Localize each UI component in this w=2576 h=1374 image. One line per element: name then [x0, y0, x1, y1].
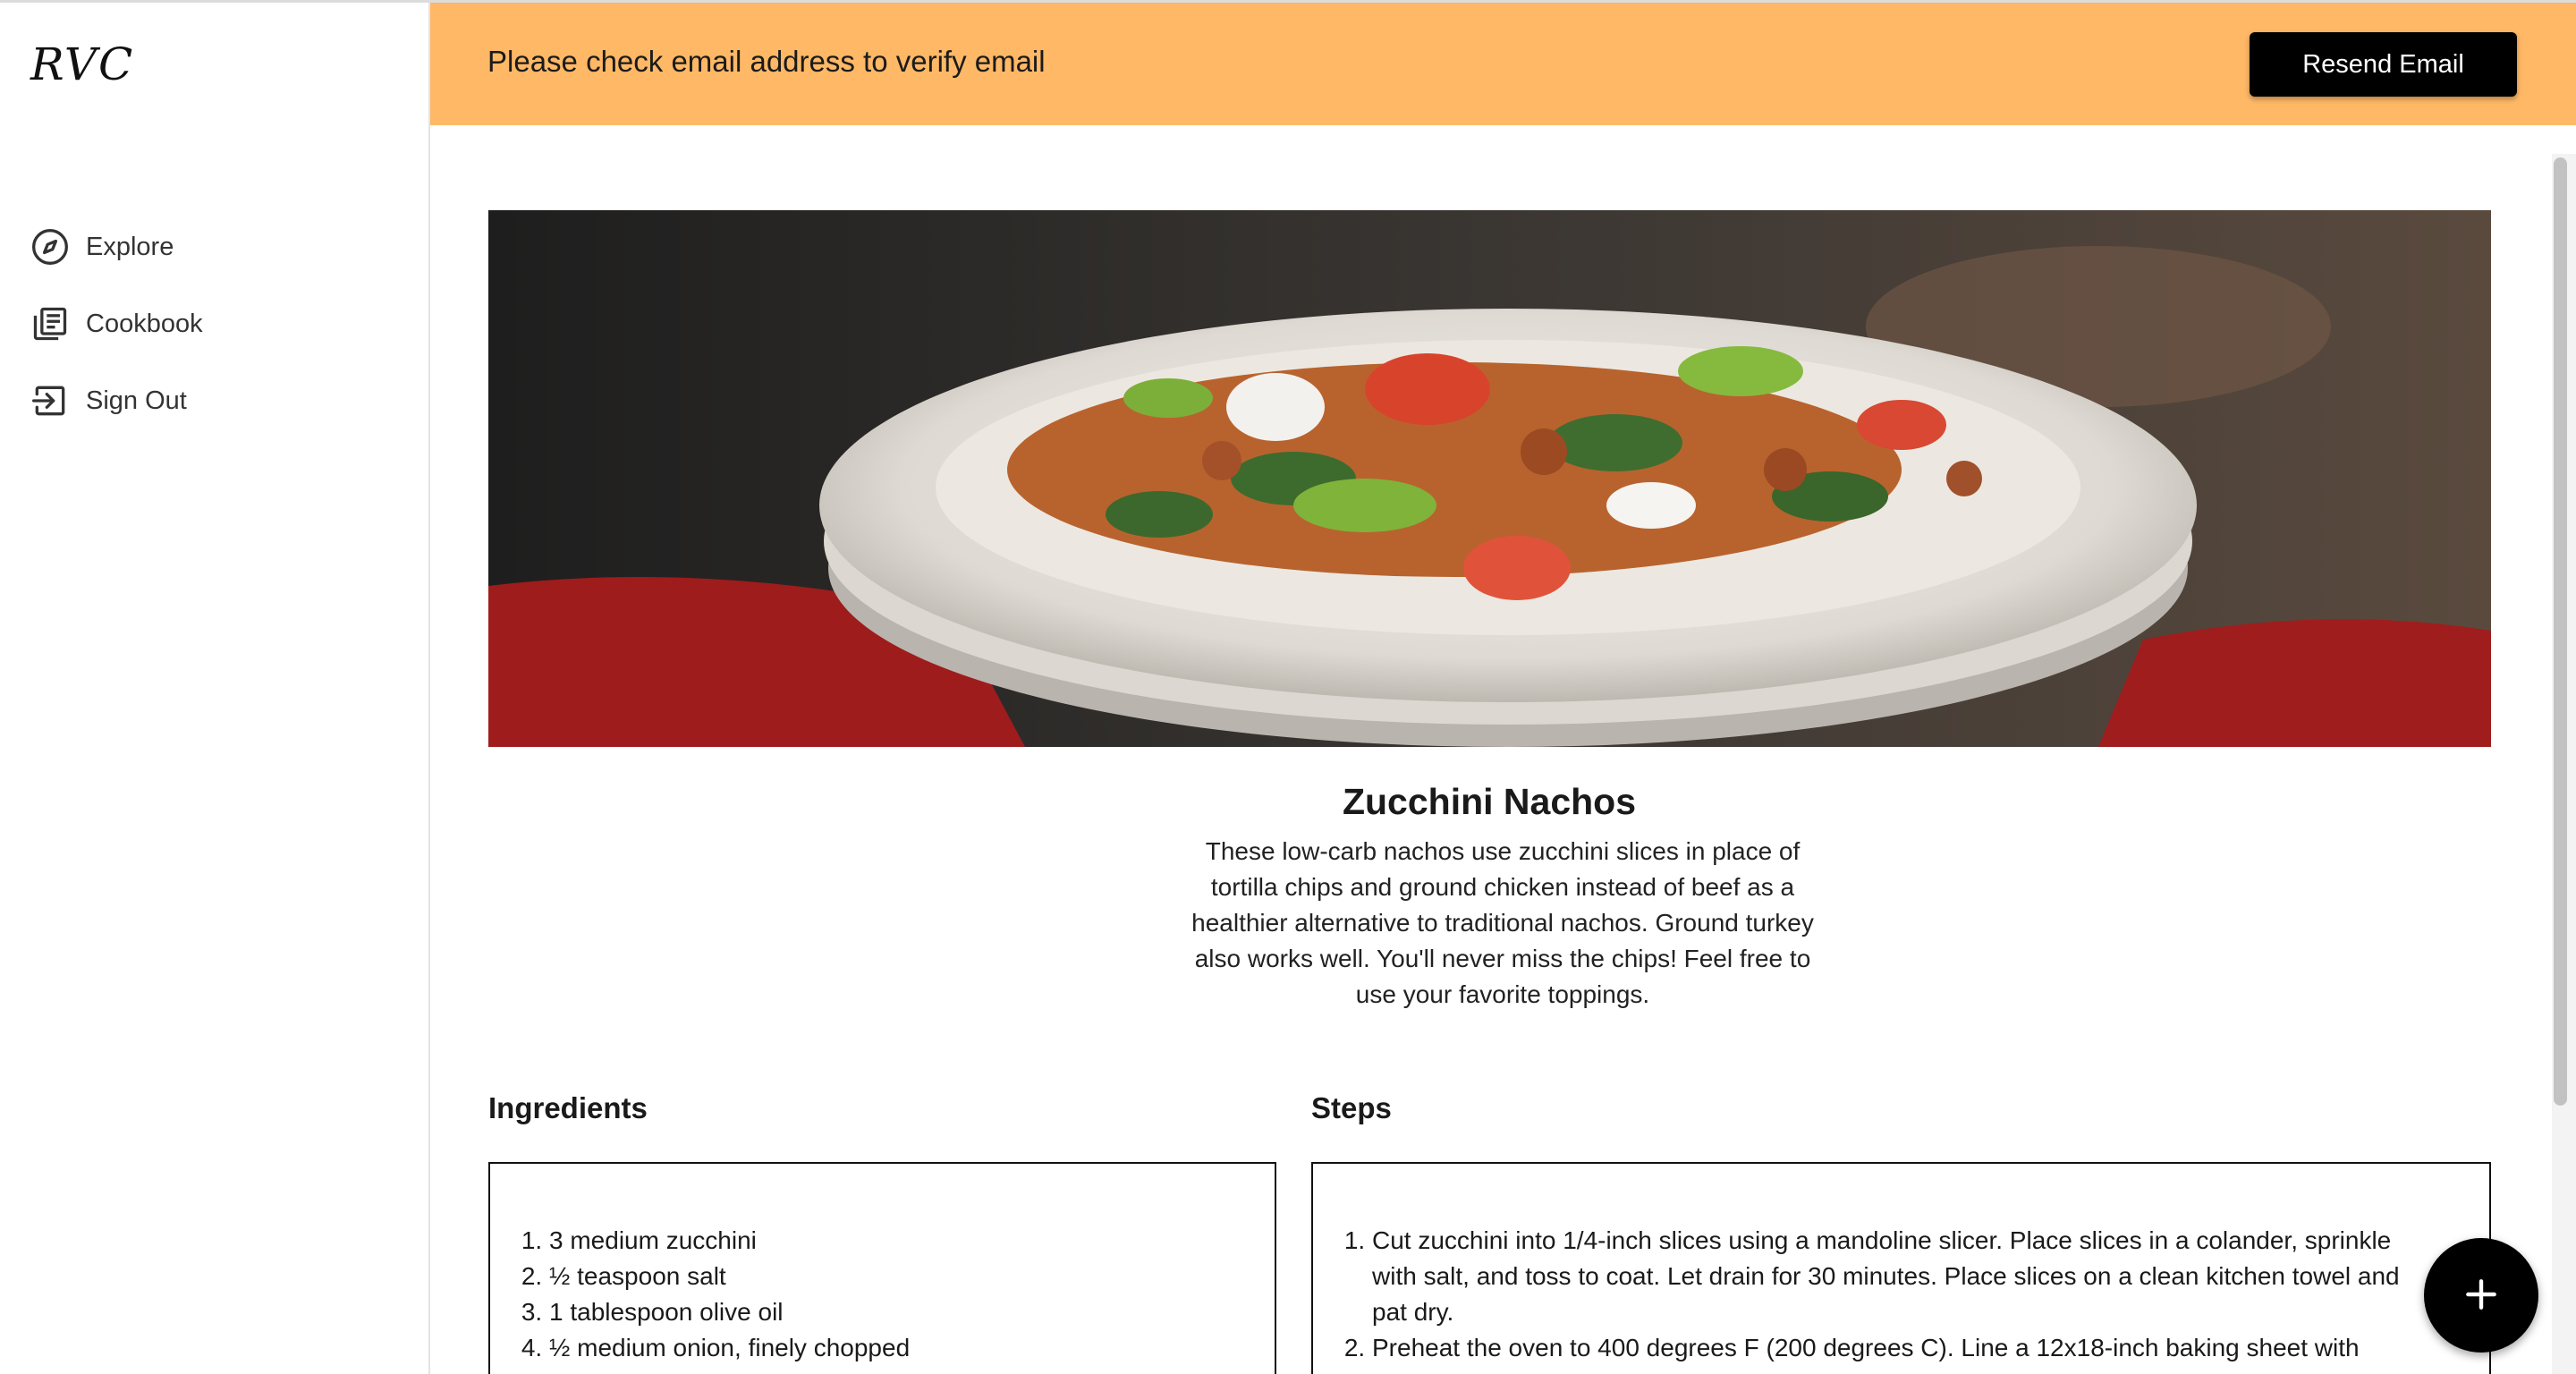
sidebar-item-label: Cookbook	[86, 309, 203, 338]
ingredient-item: ½ teaspoon salt	[549, 1259, 1275, 1294]
recipe-description: These low-carb nachos use zucchini slice…	[1191, 837, 1814, 1008]
steps-list: Cut zucchini into 1/4-inch slices using …	[1313, 1223, 2489, 1366]
add-recipe-button[interactable]	[2424, 1238, 2538, 1353]
app-logo[interactable]: RVC	[30, 38, 134, 90]
ingredients-heading: Ingredients	[488, 1091, 648, 1124]
resend-email-button[interactable]: Resend Email	[2250, 32, 2517, 97]
compass-icon	[30, 227, 70, 267]
steps-heading: Steps	[1311, 1091, 1392, 1124]
recipe-detail: Zucchini Nachos These low-carb nachos us…	[432, 125, 2552, 1374]
sidebar-item-sign-out[interactable]: Sign Out	[0, 362, 428, 439]
ingredient-item: 3 medium zucchini	[549, 1223, 1275, 1259]
sidebar-item-cookbook[interactable]: Cookbook	[0, 285, 428, 362]
sidebar: RVC Explore Cookbook Sign Out	[0, 3, 430, 1374]
ingredient-item: ½ medium onion, finely chopped	[549, 1330, 1275, 1366]
ingredients-box: 3 medium zucchini ½ teaspoon salt 1 tabl…	[488, 1162, 1276, 1374]
sidebar-item-label: Explore	[86, 232, 174, 261]
recipe-title: Zucchini Nachos	[1342, 781, 1637, 822]
ingredients-list: 3 medium zucchini ½ teaspoon salt 1 tabl…	[490, 1223, 1275, 1366]
plus-icon	[2462, 1275, 2501, 1317]
sidebar-item-explore[interactable]: Explore	[0, 208, 428, 285]
steps-box: Cut zucchini into 1/4-inch slices using …	[1311, 1162, 2491, 1374]
recipe-image	[488, 210, 2491, 747]
banner-message: Please check email address to verify ema…	[487, 45, 1046, 78]
ingredient-item: 1 tablespoon olive oil	[549, 1294, 1275, 1330]
sidebar-item-label: Sign Out	[86, 386, 187, 415]
sign-out-icon	[30, 381, 70, 420]
step-item: Cut zucchini into 1/4-inch slices using …	[1372, 1223, 2436, 1330]
scrollbar-thumb[interactable]	[2554, 157, 2567, 1106]
book-icon	[30, 304, 70, 344]
sidebar-nav: Explore Cookbook Sign Out	[0, 208, 428, 439]
verify-email-banner: Please check email address to verify ema…	[430, 3, 2576, 125]
step-item: Preheat the oven to 400 degrees F (200 d…	[1372, 1330, 2436, 1366]
